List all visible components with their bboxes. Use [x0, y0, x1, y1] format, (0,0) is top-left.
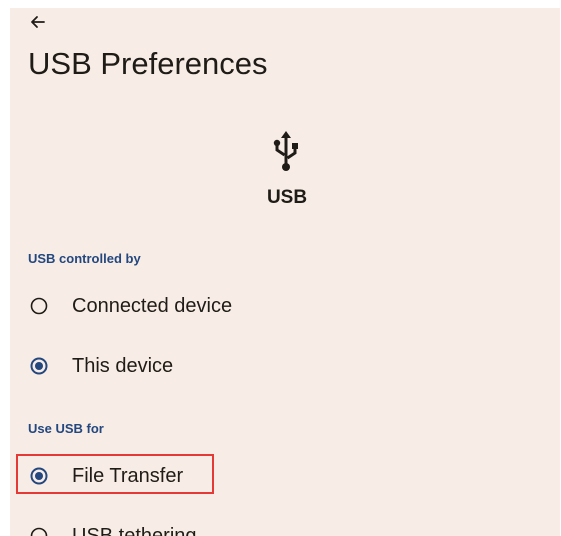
option-label: File Transfer	[72, 465, 184, 487]
option-this-device[interactable]: This device	[10, 342, 560, 390]
back-button[interactable]	[28, 12, 48, 32]
option-label: USB tethering	[72, 525, 197, 536]
radio-selected-icon[interactable]	[30, 467, 48, 485]
option-usb-tethering[interactable]: USB tethering	[10, 512, 560, 536]
usb-icon	[272, 130, 300, 172]
section-header-controlled-by: USB controlled by	[28, 251, 141, 266]
usb-preferences-screen: USB Preferences USB USB controlled by Co…	[10, 8, 560, 536]
page-title: USB Preferences	[28, 46, 268, 81]
arrow-back-icon	[31, 16, 45, 28]
usb-label: USB	[266, 187, 308, 208]
option-file-transfer[interactable]: File Transfer	[10, 452, 560, 500]
option-label: This device	[72, 355, 174, 377]
radio-selected-icon[interactable]	[30, 357, 48, 375]
radio-unselected-icon[interactable]	[30, 527, 48, 536]
section-header-use-usb-for: Use USB for	[28, 421, 104, 436]
option-label: Connected device	[72, 295, 233, 317]
option-connected-device[interactable]: Connected device	[10, 282, 560, 330]
radio-unselected-icon[interactable]	[30, 297, 48, 315]
